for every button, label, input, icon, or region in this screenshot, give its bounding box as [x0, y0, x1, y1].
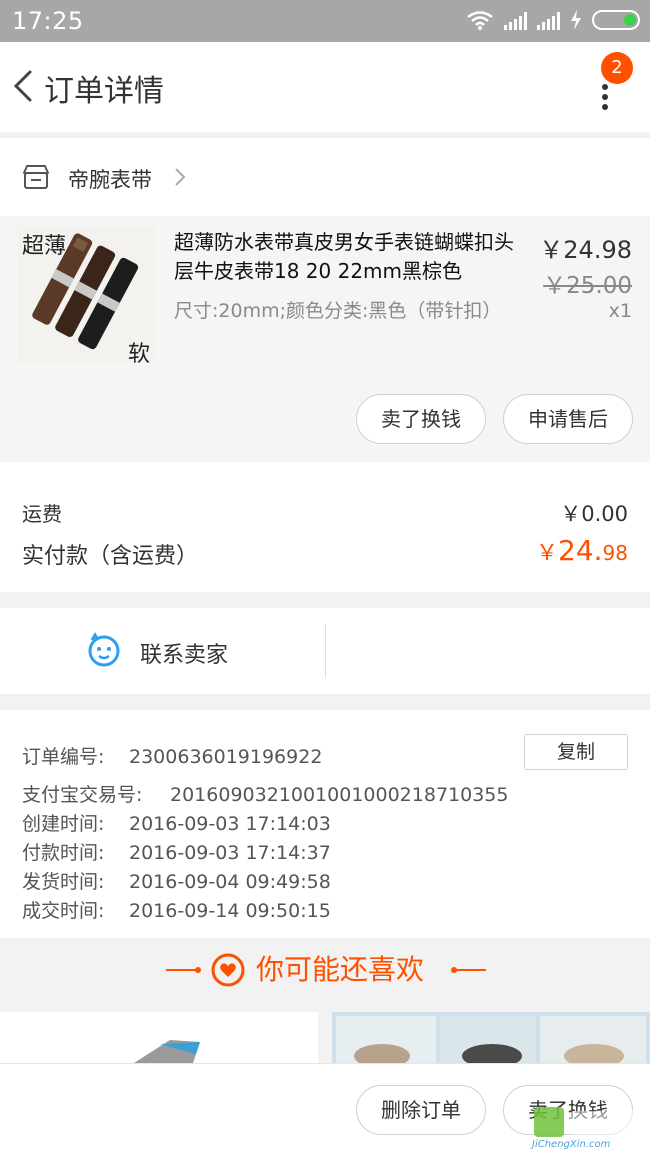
order-number-key: 订单编号:: [22, 746, 105, 768]
sell-for-cash-button[interactable]: 卖了换钱: [356, 394, 486, 444]
deal-time-row: 成交时间: 2016-09-14 09:50:15: [22, 896, 331, 923]
status-icons: [466, 10, 640, 30]
page-title: 订单详情: [44, 74, 164, 109]
paid-integer: 24.: [558, 534, 603, 567]
delete-order-button[interactable]: 删除订单: [356, 1085, 486, 1135]
header: 订单详情 2: [0, 42, 650, 132]
shop-row[interactable]: 帝腕表带: [0, 138, 650, 216]
order-number-row: 订单编号: 2300636019196922: [22, 742, 322, 769]
paid-value: ￥24.98: [536, 534, 628, 567]
product-thumbnail[interactable]: 超薄 软: [18, 226, 155, 363]
recommend-title: 你可能还喜欢: [256, 953, 425, 986]
product-price: ￥24.98: [539, 236, 632, 264]
order-info-section: 订单编号: 2300636019196922 复制 支付宝交易号: 20160903…: [0, 710, 650, 938]
product-quantity: x1: [608, 300, 632, 322]
order-number-value: 2300636019196922: [129, 746, 323, 768]
shipped-time-value: 2016-09-04 09:49:58: [129, 871, 331, 893]
battery-icon: [592, 10, 640, 30]
back-arrow-icon[interactable]: [8, 66, 38, 106]
wifi-icon: [467, 11, 493, 30]
signal-icon: [504, 10, 527, 30]
product-original-price: ￥25.00: [543, 273, 632, 299]
status-bar: 17:25: [0, 0, 650, 42]
divider: [325, 624, 326, 678]
alipay-trade-key: 支付宝交易号:: [22, 784, 143, 806]
status-time: 17:25: [12, 7, 84, 35]
recommend-header: 你可能还喜欢: [0, 938, 650, 1000]
created-time-row: 创建时间: 2016-09-03 17:14:03: [22, 809, 331, 836]
shop-icon: [23, 165, 49, 189]
notification-badge: 2: [601, 52, 633, 84]
watermark-text: JiChengXin.com: [532, 1139, 611, 1150]
paid-time-row: 付款时间: 2016-09-03 17:14:37: [22, 838, 331, 865]
created-time-value: 2016-09-03 17:14:03: [129, 813, 331, 835]
signal-icon-2: [537, 10, 560, 30]
alipay-trade-row: 支付宝交易号: 2016090321001001000218710355: [22, 780, 508, 807]
shipping-label: 运费: [22, 502, 62, 526]
paid-currency: ￥: [536, 541, 559, 566]
contact-seller-bar: 联系卖家: [0, 608, 650, 694]
heart-icon: [211, 953, 245, 987]
chevron-right-icon: [175, 168, 186, 186]
after-sale-button[interactable]: 申请售后: [503, 394, 633, 444]
created-time-key: 创建时间:: [22, 813, 105, 835]
paid-time-value: 2016-09-03 17:14:37: [129, 842, 331, 864]
paid-label: 实付款（含运费）: [22, 544, 199, 569]
right-decoration-icon: [451, 967, 486, 973]
thumb-text-top: 超薄: [22, 234, 67, 259]
thumb-text-bottom: 软: [128, 342, 151, 363]
paid-time-key: 付款时间:: [22, 842, 105, 864]
contact-seller-button[interactable]: 联系卖家: [0, 608, 325, 694]
copy-button[interactable]: 复制: [524, 734, 628, 770]
chat-face-icon: [88, 632, 120, 667]
shipping-value: ￥0.00: [560, 502, 628, 526]
deal-time-key: 成交时间:: [22, 900, 105, 922]
site-watermark: JiChengXin.com: [530, 1105, 646, 1151]
product-spec: 尺寸:20mm;颜色分类:黑色（带针扣）: [174, 300, 502, 322]
paid-decimal: 98: [602, 541, 628, 565]
alipay-trade-value: 2016090321001001000218710355: [170, 784, 509, 806]
contact-seller-label: 联系卖家: [140, 643, 229, 668]
shipped-time-row: 发货时间: 2016-09-04 09:49:58: [22, 867, 331, 894]
left-decoration-icon: [166, 967, 201, 973]
product-title[interactable]: 超薄防水表带真皮男女手表链蝴蝶扣头层牛皮表带18 20 22mm黑棕色: [174, 228, 524, 286]
shop-name: 帝腕表带: [68, 168, 152, 192]
fees-section: 运费 ￥0.00 实付款（含运费） ￥24.98: [0, 462, 650, 592]
product-card[interactable]: 超薄 软 超薄防水表带真皮男女手表链蝴蝶扣头层牛皮表带18 20 22mm黑棕色…: [0, 216, 650, 462]
shipped-time-key: 发货时间:: [22, 871, 105, 893]
charging-icon: [571, 10, 581, 30]
deal-time-value: 2016-09-14 09:50:15: [129, 900, 331, 922]
